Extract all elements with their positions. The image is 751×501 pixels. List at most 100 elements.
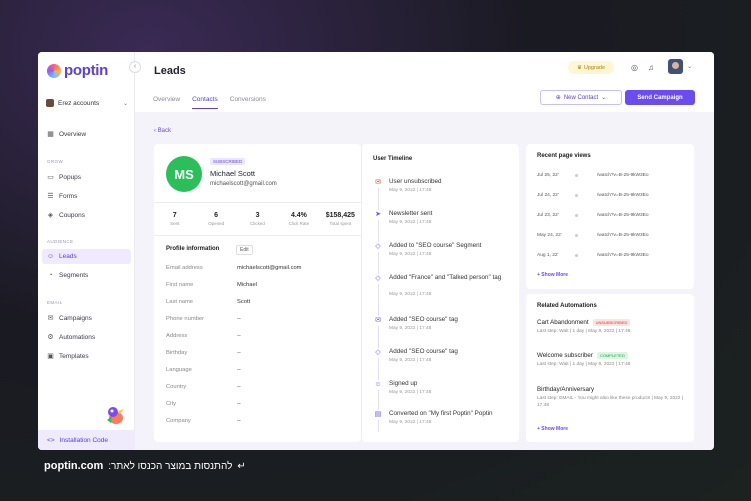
recent-title: Recent page views	[537, 153, 591, 159]
event-text: Converted on "My first Poptin" Poptin	[389, 410, 493, 417]
main-content: Leads ♛ Upgrade ◎ ♫ ⌄ Overview Contacts …	[135, 52, 714, 450]
event-text: Added "SEO course" tag	[389, 348, 458, 355]
field-birthday: Birthday --	[166, 350, 356, 356]
chevron-left-icon: ‹	[133, 63, 137, 70]
sidebar-item-segments[interactable]: ◔ Segments	[42, 268, 131, 283]
view-date: Jul 23, 22'	[537, 213, 559, 218]
field-label: Last name	[166, 299, 194, 305]
sidebar-item-forms[interactable]: ☰ Forms	[42, 189, 131, 204]
dot-icon	[575, 234, 578, 237]
mail-icon: ✉	[373, 316, 383, 326]
promo-text: להתנסות במוצר הכנסו לאתר:	[108, 460, 233, 472]
installation-code-label: Installation Code	[59, 436, 109, 444]
tab-overview[interactable]: Overview	[153, 96, 180, 109]
stat-label: Clicked	[250, 221, 265, 226]
tab-conversions[interactable]: Conversions	[230, 96, 266, 109]
sidebar-item-overview[interactable]: ▦ Overview	[42, 127, 131, 142]
sidebar-item-coupons[interactable]: ◈ Coupons	[42, 208, 131, 223]
chevron-left-icon: ‹	[154, 128, 156, 134]
help-icon[interactable]: ◎	[631, 63, 638, 72]
sidebar-item-leads[interactable]: ☺ Leads	[42, 249, 131, 264]
account-switcher[interactable]: Erez accounts ⌄	[46, 99, 128, 107]
brand-logo[interactable]: poptin	[47, 62, 108, 79]
contact-avatar: MS	[166, 156, 202, 192]
send-campaign-button[interactable]: Send Campaign	[625, 90, 695, 105]
site-link[interactable]: poptin.com	[44, 460, 103, 472]
stat-label: Click Rate	[288, 221, 310, 226]
profile-card: MS SUBSCRIBED Michael Scott michaelscott…	[154, 144, 361, 442]
field-label: Address	[166, 333, 188, 339]
field-country: Country --	[166, 384, 356, 390]
stat-value: $158,425	[325, 212, 355, 219]
stat-value: 3	[255, 212, 260, 219]
tab-contacts[interactable]: Contacts	[192, 96, 218, 109]
automation-name: Cart Abandonment	[537, 319, 589, 326]
grid-icon: ▦	[47, 131, 54, 138]
sidebar-item-automations[interactable]: ⚙ Automations	[42, 330, 131, 345]
field-company: Company --	[166, 418, 356, 424]
list-item: May 24, 22' /watch?v=B-25-9kW3Eo	[537, 233, 687, 238]
templates-icon: ▣	[47, 353, 54, 360]
event-date: May 9, 2022 | 17:48	[389, 220, 432, 225]
sidebar-item-label: Campaigns	[59, 315, 92, 322]
event-date: May 9, 2022 | 17:48	[389, 326, 432, 331]
related-automations: Related Automations Cart Abandonment UNSU…	[526, 294, 694, 442]
sidebar-item-templates[interactable]: ▣ Templates	[42, 349, 131, 364]
automation-last-step: Last step: Wait | 1 day | May 9, 2022 | …	[537, 362, 631, 367]
collapse-sidebar-button[interactable]: ‹	[129, 61, 141, 73]
back-link[interactable]: ‹ Back	[154, 128, 171, 134]
stat-label: Opened	[208, 221, 225, 226]
sidebar-item-label: Coupons	[59, 212, 86, 219]
list-item: Jul 24, 22' /watch?v=B-25-9kW3Eo	[537, 193, 687, 198]
automation-item[interactable]: Welcome subscriber COMPLETED Last step: W…	[537, 352, 687, 369]
stat-value: 7	[172, 212, 177, 219]
event-date: May 9, 2022 | 17:48	[389, 420, 432, 425]
event-date: May 9, 2022 | 17:48	[389, 390, 432, 395]
status-badge: SUBSCRIBED	[210, 158, 246, 165]
list-item: Aug 1, 22' /watch?v=B-25-9kW3Eo	[537, 253, 687, 258]
field-label: Phone number	[166, 316, 205, 322]
show-more-link[interactable]: + Show More	[537, 426, 568, 432]
upgrade-button[interactable]: ♛ Upgrade	[568, 61, 614, 74]
new-contact-button[interactable]: ⊕ New Contact ⌄	[540, 90, 622, 105]
form-icon: ▤	[373, 410, 383, 420]
promo-footer: poptin.com להתנסות במוצר הכנסו לאתר: ↵	[44, 460, 246, 472]
chevron-down-icon[interactable]: ⌄	[687, 63, 692, 70]
event-date: May 9, 2022 | 17:48	[389, 292, 432, 297]
event-date: May 9, 2022 | 17:48	[389, 358, 432, 363]
section-label-email: EMAIL	[47, 300, 63, 305]
edit-button[interactable]: Edit	[236, 245, 253, 255]
view-url[interactable]: /watch?v=B-25-9kW3Eo	[597, 233, 649, 238]
automation-item[interactable]: Birthday/Anniversary Last step: EMAIL - …	[537, 386, 687, 409]
status-badge: COMPLETED	[596, 352, 628, 359]
code-icon: <>	[47, 436, 55, 444]
automation-last-step: Last step: Wait | 1 day | May 9, 2022 | …	[537, 329, 631, 334]
field-value: --	[237, 350, 241, 356]
view-date: May 24, 22'	[537, 233, 562, 238]
field-address: Address --	[166, 333, 356, 339]
avatar[interactable]	[668, 59, 683, 74]
contact-stats: 7 Sent 6 Opened 3 Clicked 4.4% Click Rate $1…	[154, 202, 361, 236]
view-date: Aug 1, 22'	[537, 253, 559, 258]
event-text: Added to "SEO course" Segment	[389, 242, 482, 249]
popup-icon: ▭	[47, 174, 54, 181]
timeline-title: User Timeline	[373, 156, 413, 162]
field-language: Language --	[166, 367, 356, 373]
field-label: City	[166, 401, 176, 407]
automations-title: Related Automations	[537, 303, 597, 309]
bell-icon[interactable]: ♫	[648, 63, 654, 72]
chevron-down-icon: ⌄	[601, 95, 607, 101]
show-more-link[interactable]: + Show More	[537, 272, 568, 278]
sidebar-item-popups[interactable]: ▭ Popups	[42, 170, 131, 185]
installation-code-button[interactable]: <> Installation Code	[38, 430, 135, 450]
event-text: Newsletter sent	[389, 210, 433, 217]
automation-item[interactable]: Cart Abandonment UNSUBSCRIBED Last step: …	[537, 319, 687, 336]
view-url[interactable]: /watch?v=B-25-9kW3Eo	[597, 193, 649, 198]
sidebar-item-label: Templates	[59, 353, 89, 360]
view-url[interactable]: /watch?v=B-25-9kW3Eo	[597, 253, 649, 258]
stat-clicked: 3 Clicked	[237, 203, 278, 235]
view-url[interactable]: /watch?v=B-25-9kW3Eo	[597, 173, 649, 178]
sidebar-item-campaigns[interactable]: ✉ Campaigns	[42, 311, 131, 326]
field-email: Email address michaelscott@gmail.com	[166, 265, 356, 271]
view-url[interactable]: /watch?v=B-25-9kW3Eo	[597, 213, 649, 218]
